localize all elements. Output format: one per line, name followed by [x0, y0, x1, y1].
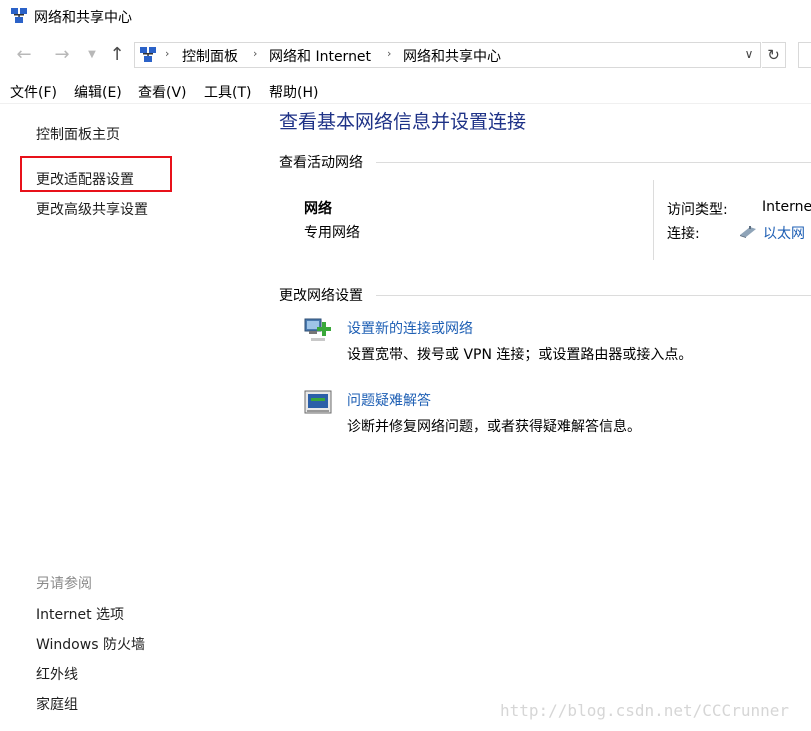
access-type-value: Interne — [762, 199, 811, 215]
ethernet-connection-link[interactable]: 以太网 — [763, 223, 805, 243]
refresh-icon[interactable]: ↻ — [762, 42, 786, 68]
setup-new-connection-link[interactable]: 设置新的连接或网络 — [347, 318, 473, 338]
menu-help[interactable]: 帮助(H) — [269, 82, 318, 102]
sidebar-item-advanced-sharing-settings[interactable]: 更改高级共享设置 — [36, 199, 148, 219]
chevron-right-icon[interactable]: › — [253, 47, 257, 60]
back-arrow-icon[interactable]: ← — [12, 44, 36, 66]
watermark: http://blog.csdn.net/CCCrunner — [500, 701, 789, 720]
active-networks-heading: 查看活动网络 — [279, 155, 363, 171]
see-also-windows-firewall[interactable]: Windows 防火墙 — [36, 634, 145, 654]
troubleshoot-link[interactable]: 问题疑难解答 — [347, 390, 431, 410]
forward-arrow-icon[interactable]: → — [50, 44, 74, 66]
breadcrumb-network-sharing-center[interactable]: 网络和共享中心 — [403, 46, 501, 66]
network-type: 专用网络 — [304, 225, 360, 241]
chevron-right-icon[interactable]: › — [387, 47, 391, 60]
chevron-right-icon[interactable]: › — [165, 47, 169, 60]
up-arrow-icon[interactable]: ↑ — [106, 44, 128, 66]
divider — [653, 180, 654, 260]
see-also-internet-options[interactable]: Internet 选项 — [36, 604, 124, 624]
setup-new-connection-description: 设置宽带、拨号或 VPN 连接；或设置路由器或接入点。 — [347, 347, 693, 363]
menu-bar: 文件(F) 编辑(E) 查看(V) 工具(T) 帮助(H) — [0, 80, 811, 104]
title-bar: 网络和共享中心 — [0, 0, 811, 32]
divider — [0, 103, 811, 104]
network-name: 网络 — [304, 201, 332, 217]
sidebar-home-link[interactable]: 控制面板主页 — [36, 124, 120, 144]
troubleshoot-icon — [304, 390, 332, 414]
access-type-label: 访问类型: — [667, 202, 728, 218]
ethernet-icon — [740, 226, 756, 238]
address-dropdown-icon[interactable]: ∨ — [740, 47, 758, 63]
breadcrumb-network-internet[interactable]: 网络和 Internet — [269, 46, 371, 66]
network-center-icon — [11, 8, 27, 23]
network-center-icon — [140, 47, 156, 62]
see-also-homegroup[interactable]: 家庭组 — [36, 694, 78, 714]
see-also-heading: 另请参阅 — [36, 576, 92, 592]
chevron-down-icon[interactable]: ▼ — [84, 44, 100, 66]
divider — [376, 295, 811, 296]
menu-file[interactable]: 文件(F) — [10, 82, 57, 102]
connection-label: 连接: — [667, 226, 700, 242]
breadcrumb-control-panel[interactable]: 控制面板 — [182, 46, 238, 66]
address-bar[interactable]: › 控制面板 › 网络和 Internet › 网络和共享中心 — [134, 42, 761, 68]
troubleshoot-description: 诊断并修复网络问题，或者获得疑难解答信息。 — [347, 419, 641, 435]
new-connection-icon — [304, 318, 331, 341]
window-title: 网络和共享中心 — [34, 10, 132, 26]
search-input[interactable] — [798, 42, 811, 68]
menu-view[interactable]: 查看(V) — [138, 82, 187, 102]
page-title: 查看基本网络信息并设置连接 — [279, 111, 527, 133]
see-also-infrared[interactable]: 红外线 — [36, 664, 78, 684]
sidebar-item-change-adapter-settings[interactable]: 更改适配器设置 — [36, 169, 134, 189]
menu-edit[interactable]: 编辑(E) — [74, 82, 122, 102]
divider — [376, 162, 811, 163]
menu-tools[interactable]: 工具(T) — [204, 82, 251, 102]
change-network-settings-heading: 更改网络设置 — [279, 288, 363, 304]
